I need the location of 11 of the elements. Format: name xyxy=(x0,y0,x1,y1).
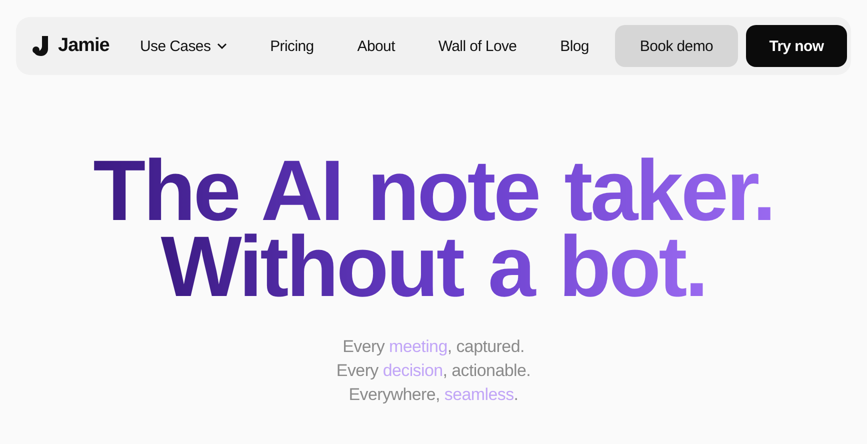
tagline-text: Every meeting, captured. xyxy=(342,336,524,358)
nav-link[interactable]: Wall of Love xyxy=(438,38,517,54)
nav-link[interactable]: About xyxy=(357,38,395,54)
nav-link[interactable]: Pricing xyxy=(270,38,314,54)
brand-name[interactable]: Jamie xyxy=(58,35,110,57)
tagline-text: Everywhere, seamless. xyxy=(348,384,518,406)
nav-link[interactable]: Blog xyxy=(560,38,589,54)
try-now-button[interactable]: Try now xyxy=(746,25,847,67)
book-demo-button[interactable]: Book demo xyxy=(615,25,738,67)
tagline-text: Every decision, actionable. xyxy=(336,360,531,382)
nav-link[interactable]: Use Cases xyxy=(140,38,227,54)
